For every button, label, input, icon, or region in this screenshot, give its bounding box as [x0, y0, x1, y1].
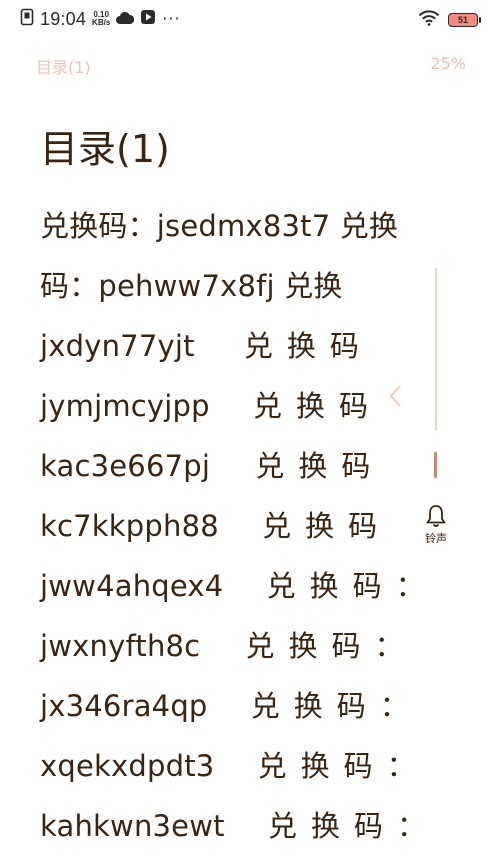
- network-speed: 0.10 KB/s: [92, 10, 111, 27]
- text-line: jwxnyfth8c 兑换码：: [40, 629, 418, 663]
- scroll-thumb[interactable]: [434, 452, 437, 478]
- text-line: 兑换码：jsedmx83t7 兑换: [40, 209, 399, 243]
- notification-icon: [20, 8, 34, 30]
- cloud-icon: [116, 10, 135, 29]
- collapse-panel-button[interactable]: [384, 382, 408, 410]
- chevron-left-icon: [389, 385, 401, 407]
- bell-icon: [426, 505, 446, 527]
- chapter-title: 目录(1): [40, 127, 170, 171]
- battery-icon: 51: [448, 13, 481, 27]
- status-bar-left: 19:04 0.10 KB/s ···: [20, 8, 181, 30]
- text-line: jx346ra4qp 兑换码：: [40, 689, 423, 723]
- reading-progress: 25%: [430, 54, 466, 73]
- text-line: xqekxdpdt3 兑换码：: [40, 749, 430, 783]
- status-bar: 19:04 0.10 KB/s ··· 51: [0, 0, 500, 40]
- battery-level: 51: [457, 15, 468, 25]
- ringtone-button[interactable]: 铃声: [418, 504, 454, 558]
- text-line: kahkwn3ewt 兑换码：: [40, 809, 440, 843]
- reader-header: 目录(1) 25%: [36, 52, 466, 80]
- wifi-icon: [418, 10, 440, 30]
- more-notifications-icon: ···: [162, 9, 181, 28]
- play-icon: [140, 9, 156, 29]
- ringtone-label: 铃声: [425, 532, 447, 545]
- scroll-track[interactable]: [435, 268, 437, 430]
- clock: 19:04: [40, 8, 87, 29]
- header-chapter-name: 目录(1): [36, 58, 91, 77]
- status-bar-right: 51: [418, 10, 481, 30]
